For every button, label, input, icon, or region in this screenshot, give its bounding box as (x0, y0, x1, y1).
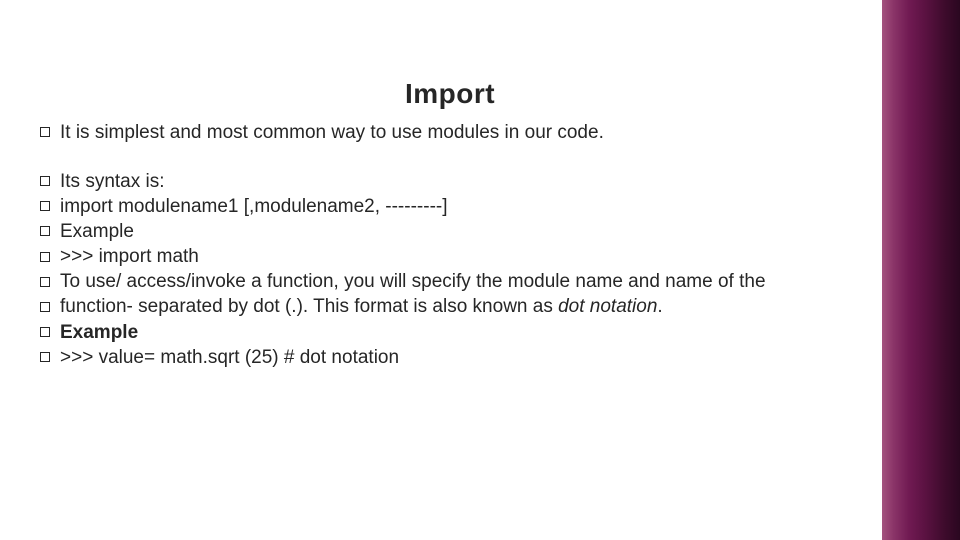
bullet-list-top: It is simplest and most common way to us… (40, 120, 860, 145)
bullet-item: import modulename1 [,modulename2, ------… (40, 194, 860, 219)
bullet-text: It is simplest and most common way to us… (60, 122, 604, 143)
slide-title: Import (40, 78, 860, 110)
bullet-text: function- separated by dot (.). This for… (60, 296, 558, 317)
bullet-item: Example (40, 320, 860, 345)
bullet-item: It is simplest and most common way to us… (40, 120, 860, 145)
bullet-text: . (657, 296, 662, 317)
bullet-item: >>> value= math.sqrt (25) # dot notation (40, 345, 860, 370)
slide-content: Import It is simplest and most common wa… (40, 78, 860, 370)
bullet-text: Example (60, 322, 138, 343)
bullet-text: import modulename1 [,modulename2, ------… (60, 196, 448, 217)
bullet-item: Its syntax is: (40, 169, 860, 194)
bullet-item: function- separated by dot (.). This for… (40, 294, 860, 319)
bullet-text: Its syntax is: (60, 171, 165, 192)
sidebar-accent (882, 0, 960, 540)
bullet-text: >>> import math (60, 246, 199, 267)
spacer (40, 145, 860, 169)
bullet-text: >>> value= math.sqrt (25) # dot notation (60, 347, 399, 368)
bullet-text: Example (60, 221, 134, 242)
bullet-list-main: Its syntax is: import modulename1 [,modul… (40, 169, 860, 370)
bullet-item: Example (40, 219, 860, 244)
bullet-text: To use/ access/invoke a function, you wi… (60, 271, 766, 292)
bullet-item: To use/ access/invoke a function, you wi… (40, 269, 860, 294)
bullet-item: >>> import math (40, 244, 860, 269)
bullet-text: dot notation (558, 296, 657, 317)
slide: Import It is simplest and most common wa… (0, 0, 960, 540)
